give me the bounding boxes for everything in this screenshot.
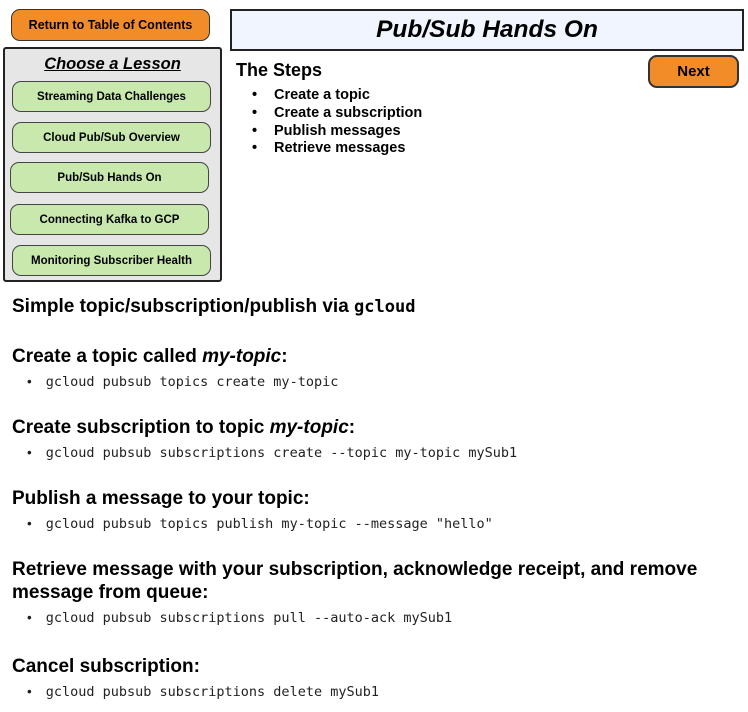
heading-colon: : [281,346,288,367]
step-item: Create a subscription [250,105,422,123]
intro-heading-code: gcloud [354,297,416,317]
lesson-panel-heading: Choose a Lesson [44,55,181,73]
command-create-topic: gcloud pubsub topics create my-topic [27,374,339,390]
command-publish: gcloud pubsub topics publish my-topic --… [27,516,493,532]
heading-colon: : [348,417,356,438]
next-button[interactable]: Next [648,55,739,88]
lesson-cloud-pubsub-overview[interactable]: Cloud Pub/Sub Overview [12,122,211,153]
heading-line: message from queue: [12,582,209,603]
section-heading-publish: Publish a message to your topic: [12,488,310,509]
lesson-pubsub-hands-on[interactable]: Pub/Sub Hands On [10,162,209,193]
lesson-connecting-kafka-to-gcp[interactable]: Connecting Kafka to GCP [10,204,209,235]
heading-topic-name: my-topic [269,417,349,438]
command-cancel: gcloud pubsub subscriptions delete mySub… [27,684,379,700]
steps-list: Create a topic Create a subscription Pub… [250,87,422,158]
intro-heading-text: Simple topic/subscription/publish via [12,296,355,317]
section-heading-cancel: Cancel subscription: [12,656,200,677]
step-item: Publish messages [250,123,422,141]
heading-text: Create a topic called [12,346,203,367]
section-heading-create-topic: Create a topic called my-topic: [12,345,288,368]
step-item: Create a topic [250,87,422,105]
lesson-panel: Choose a Lesson Streaming Data Challenge… [3,47,222,282]
lesson-monitoring-subscriber-health[interactable]: Monitoring Subscriber Health [12,245,211,276]
return-to-toc-button[interactable]: Return to Table of Contents [11,9,210,41]
steps-title: The Steps [236,60,323,80]
section-heading-retrieve: Retrieve message with your subscription,… [12,558,697,604]
heading-text: Create subscription to topic [12,417,270,438]
lesson-streaming-data-challenges[interactable]: Streaming Data Challenges [12,81,211,112]
command-retrieve: gcloud pubsub subscriptions pull --auto-… [27,610,452,626]
heading-topic-name: my-topic [202,346,282,367]
intro-heading: Simple topic/subscription/publish via gc… [12,295,415,319]
heading-line: Retrieve message with your subscription,… [12,559,698,580]
step-item: Retrieve messages [250,140,422,158]
page-title: Pub/Sub Hands On [230,9,744,51]
section-heading-create-subscription: Create subscription to topic my-topic: [12,416,355,439]
command-create-subscription: gcloud pubsub subscriptions create --top… [27,445,517,461]
